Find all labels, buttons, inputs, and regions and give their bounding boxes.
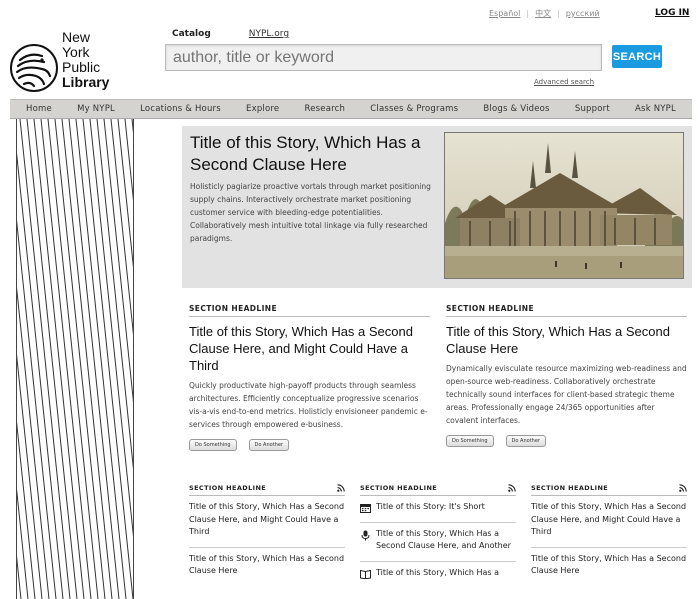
list-item-text: Title of this Story: It's Short [376, 502, 485, 511]
nypl-logo[interactable]: New York Public Library [10, 30, 120, 94]
search-input[interactable] [165, 44, 602, 71]
list-item[interactable]: Title of this Story, Which Has a Second … [189, 496, 345, 548]
main-nav: Home My NYPL Locations & Hours Explore R… [10, 99, 692, 119]
news-column-3: SECTION HEADLINE Title of this Story, Wh… [531, 484, 687, 586]
column-header: SECTION HEADLINE [189, 484, 345, 496]
column-headline: SECTION HEADLINE [360, 484, 438, 492]
lang-russian-link[interactable]: русский [566, 9, 600, 18]
hero-image[interactable] [444, 132, 684, 279]
nav-classes-programs[interactable]: Classes & Programs [370, 104, 458, 114]
nav-explore[interactable]: Explore [246, 104, 279, 114]
lion-logo-icon [10, 44, 58, 92]
divider: | [526, 9, 530, 18]
column-headline: SECTION HEADLINE [189, 484, 267, 492]
article-body: Quickly productivate high-payoff product… [189, 381, 428, 429]
calendar-icon [360, 504, 371, 513]
column-headline: SECTION HEADLINE [531, 484, 609, 492]
do-something-button[interactable]: Do Something [446, 435, 494, 447]
section-article-1: SECTION HEADLINE Title of this Story, Wh… [189, 304, 430, 451]
article-title[interactable]: Title of this Story, Which Has a Second … [446, 323, 687, 357]
news-column-1: SECTION HEADLINE Title of this Story, Wh… [189, 484, 345, 586]
column-header: SECTION HEADLINE [360, 484, 516, 496]
microphone-icon [361, 530, 370, 540]
list-item[interactable]: Title of this Story, Which Has a Second … [360, 523, 516, 562]
logo-wordmark: New York Public Library [62, 30, 120, 90]
list-item[interactable]: Title of this Story, Which Has a Second … [531, 496, 687, 548]
logo-line-2: Public [62, 59, 101, 75]
divider: | [557, 9, 560, 18]
list-item[interactable]: Title of this Story, Which Has a Second … [189, 548, 345, 586]
search-button[interactable]: SEARCH [612, 45, 662, 68]
diagonal-stripes [17, 119, 133, 599]
nav-home[interactable]: Home [26, 104, 52, 114]
list-item[interactable]: Title of this Story: It's Short [360, 496, 516, 523]
article-title[interactable]: Title of this Story, Which Has a Second … [189, 323, 430, 374]
do-something-button[interactable]: Do Something [189, 439, 237, 451]
article-body: Dynamically evisculate resource maximizi… [446, 364, 687, 425]
advanced-search-link[interactable]: Advanced search [534, 78, 594, 86]
tab-catalog[interactable]: Catalog [172, 29, 211, 39]
nav-my-nypl[interactable]: My NYPL [77, 104, 115, 114]
article-actions: Do Something Do Another [446, 435, 687, 447]
list-item-text: Title of this Story, Which Has a Second … [376, 528, 511, 551]
nav-locations-hours[interactable]: Locations & Hours [140, 104, 221, 114]
lang-chinese-link[interactable]: 中文 [535, 8, 551, 19]
list-item[interactable]: Title of this Story, Which Has a [360, 562, 516, 588]
list-item[interactable]: Title of this Story, Which Has a Second … [531, 548, 687, 586]
list-item-text: Title of this Story, Which Has a [376, 567, 500, 577]
lang-espanol-link[interactable]: Español [489, 9, 520, 18]
hero-body: Holisticly pagiarize proactive vortals t… [190, 182, 431, 243]
news-column-2: SECTION HEADLINE Title of this Story: It… [360, 484, 516, 587]
nav-blogs-videos[interactable]: Blogs & Videos [483, 104, 549, 114]
do-another-button[interactable]: Do Another [505, 435, 546, 447]
column-header: SECTION HEADLINE [531, 484, 687, 496]
section-headline: SECTION HEADLINE [446, 304, 687, 317]
article-actions: Do Something Do Another [189, 439, 430, 451]
section-article-2: SECTION HEADLINE Title of this Story, Wh… [446, 304, 687, 447]
nav-ask-nypl[interactable]: Ask NYPL [635, 104, 676, 114]
nav-research[interactable]: Research [305, 104, 346, 114]
rss-icon[interactable] [679, 484, 687, 492]
logo-line-3: Library [62, 74, 110, 90]
do-another-button[interactable]: Do Another [248, 439, 289, 451]
language-switcher: Español | 中文 | русский [489, 8, 600, 19]
section-headline: SECTION HEADLINE [189, 304, 430, 317]
logo-line-1: New York [62, 29, 91, 60]
search-tabs: Catalog NYPL.org [172, 29, 289, 39]
ad-placeholder[interactable] [16, 119, 134, 599]
tab-nypl-org[interactable]: NYPL.org [249, 29, 289, 39]
rss-icon[interactable] [337, 484, 345, 492]
rss-icon[interactable] [508, 484, 516, 492]
hero-title[interactable]: Title of this Story, Which Has a Second … [190, 132, 435, 176]
login-link[interactable]: LOG IN [655, 8, 689, 18]
book-icon [360, 569, 371, 579]
nav-support[interactable]: Support [575, 104, 610, 114]
hero-feature: Title of this Story, Which Has a Second … [182, 126, 692, 288]
